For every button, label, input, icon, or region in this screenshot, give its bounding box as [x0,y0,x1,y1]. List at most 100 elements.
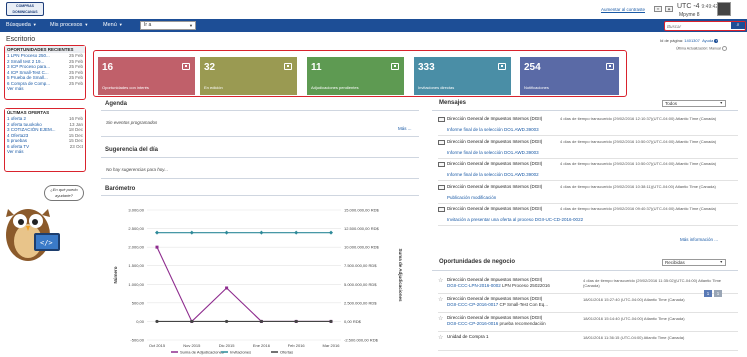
opp-badge-2[interactable]: 1 [714,290,722,297]
y-tick-label: 2.500,00 [128,226,144,231]
offers-more-link[interactable]: Ver más [7,149,24,154]
help-link[interactable]: Ayuda [702,38,713,43]
user-name[interactable]: Mpyme 8 [679,12,700,18]
message-subject[interactable]: Informe final de la selección DO1.AWD.39… [447,172,539,177]
y-tick-label: 500,00 [132,300,145,305]
search-icon: ⌕ [736,22,740,28]
message-item[interactable]: Dirección General de Impuestos Internos … [438,206,738,226]
opportunity-entity: Dirección General de Impuestos Internos … [447,315,543,320]
opp-badge-1[interactable]: 1 [704,290,712,297]
kpi-tile[interactable]: 11 Adjudicaciones pendientes [307,57,404,95]
envelope-icon [438,184,445,190]
opportunity-code[interactable]: DGII-CCC-LPN-2016-0002 [447,283,501,288]
main-nav: Búsqueda ▼ Mis procesos ▼ Menú ▼ Ir a ▼ [0,19,747,32]
logo[interactable]: COMPRAS DOMINICANAS [6,2,44,16]
avatar[interactable] [717,2,731,16]
star-icon[interactable]: ☆ [438,277,443,284]
star-icon[interactable]: ☆ [438,315,443,322]
opportunity-desc: CP Small-Test Con Eq... [499,302,548,307]
message-time: 4 días de tiempo transcurrido (29/02/201… [560,183,716,189]
x-tick-label: Oct 2015 [149,343,166,348]
nav-menu[interactable]: Menú ▼ [103,22,123,28]
nav-busqueda[interactable]: Búsqueda ▼ [6,22,37,28]
message-subject[interactable]: Invitación a presentar una oferta al pro… [447,217,583,222]
agenda-more-link[interactable]: Más ... [398,126,412,131]
chevron-down-icon: ▼ [189,23,193,28]
kpi-label: Notificaciones [524,85,549,90]
message-item[interactable]: Dirección General de Impuestos Internos … [438,139,738,159]
opportunity-item[interactable]: ☆ Dirección General de Impuestos Internos… [438,315,738,332]
suggestion-title: Sugerencia del día [105,147,159,153]
legend-label: Ofertas [280,350,293,355]
series-point [224,230,229,235]
message-subject[interactable]: Informe final de la selección DO1.AWD.39… [447,127,539,132]
help-icon[interactable]: ? [714,39,719,43]
agenda-title: Agenda [105,101,128,107]
opportunity-date: 18/01/2016 11:36:15 (UTC-04:00) Atlantic… [583,335,685,340]
mail-icon[interactable]: ✉ [654,6,662,12]
messages-filter[interactable]: Todos ▼ [662,100,726,107]
kpi-label: Invitaciones directas [418,85,455,90]
message-item[interactable]: Dirección General de Impuestos Internos … [438,116,738,136]
kpi-label: En edición [204,85,223,90]
opportunity-item[interactable]: ☆ Dirección General de Impuestos Internos… [438,277,738,294]
star-icon[interactable]: ☆ [438,296,443,303]
nav-mis-procesos[interactable]: Mis procesos ▼ [50,22,88,28]
last-offers-title: ÚLTIMAS OFERTAS [5,109,85,116]
owl-assistant-icon[interactable]: </> [2,195,66,265]
briefcase-icon [182,63,190,70]
suggestion-empty: No hay sugerencias para hoy... [106,167,168,172]
recent-more-link[interactable]: Ver más [7,86,24,91]
message-item[interactable]: Dirección General de Impuestos Internos … [438,184,738,204]
kpi-tile[interactable]: 333 Invitaciones directas [414,57,511,95]
svg-text:</>: </> [40,239,53,247]
kpi-number: 32 [204,62,216,73]
search-input[interactable] [667,23,729,29]
opportunity-entity: Dirección General de Impuestos Internos … [447,277,543,282]
chevron-down-icon: ▼ [719,101,723,105]
opportunities-filter[interactable]: Recibidas ▼ [662,259,726,266]
series-point [225,286,229,290]
envelope-icon [438,162,445,167]
opportunity-code[interactable]: DGII-CCC-CP-2016-0017 [447,302,498,307]
message-time: 4 días de tiempo transcurrido (29/02/201… [560,206,717,211]
kpi-tile[interactable]: 16 Oportunidades con interés [98,57,195,95]
opportunity-item[interactable]: ☆ Unidad de Compra 1 18/01/2016 11:36:15 … [438,334,738,351]
globe-icon[interactable]: ◉ [665,6,673,12]
opportunity-item[interactable]: ☆ Dirección General de Impuestos Internos… [438,296,738,313]
update-toggle[interactable] [721,46,727,51]
message-subject[interactable]: Informe final de la selección DO1.AWD.39… [447,150,539,155]
y-tick-label: -500,00 [130,338,144,343]
y-tick-label: 1.000,00 [128,282,144,287]
envelope-icon [438,139,445,145]
y2-tick-label: 2.500.000,00 RD$ [344,300,377,305]
opportunity-code[interactable]: DGII-CCC-CP-2016-0016 [447,321,498,326]
opportunity-date: 18/01/2016 15:14:40 (UTC-04:00) Atlantic… [583,316,685,321]
kpi-tile[interactable]: 32 En edición [200,57,297,95]
message-item[interactable]: Dirección General de Impuestos Internos … [438,161,738,181]
kpi-tile[interactable]: 254 Notificaciones [520,57,619,95]
goto-select[interactable]: Ir a ▼ [140,21,196,30]
messages-more-link[interactable]: Más información ... [680,237,718,242]
barometer-chart: 3.000,00 15.000.000,00 RD$ 2.500,00 12.500.… [113,208,403,355]
clock-time: 9:49:42 [701,4,719,10]
legend-label: Suma de Adjudicaciones [180,350,224,355]
message-sender: Dirección General de Impuestos Internos … [447,138,543,144]
contrast-link[interactable]: Aumentar al contraste [601,7,645,12]
messages-title: Mensajes [439,100,467,106]
message-subject[interactable]: Publicación modificación [447,195,496,200]
message-time: 4 días de tiempo transcurrido (29/02/201… [560,116,717,121]
envelope-icon [438,117,445,122]
star-icon[interactable]: ☆ [438,334,443,341]
y2-tick-label: 12.500.000,00 RD$ [344,226,379,231]
series-point [259,230,264,235]
y-tick-label: 0,00 [136,319,145,324]
series-point [155,245,159,249]
x-tick-label: Ene 2016 [253,343,271,348]
y2-tick-label: 5.000.000,00 RD$ [344,282,377,287]
message-time: 4 días de tiempo transcurrido (29/02/201… [560,161,717,166]
search-button[interactable]: ⌕ [731,22,745,29]
page-id-link[interactable]: 1401307 [684,38,700,43]
message-sender: Dirección General de Impuestos Internos … [447,161,543,166]
y2-tick-label: 10.000.000,00 RD$ [344,245,379,250]
